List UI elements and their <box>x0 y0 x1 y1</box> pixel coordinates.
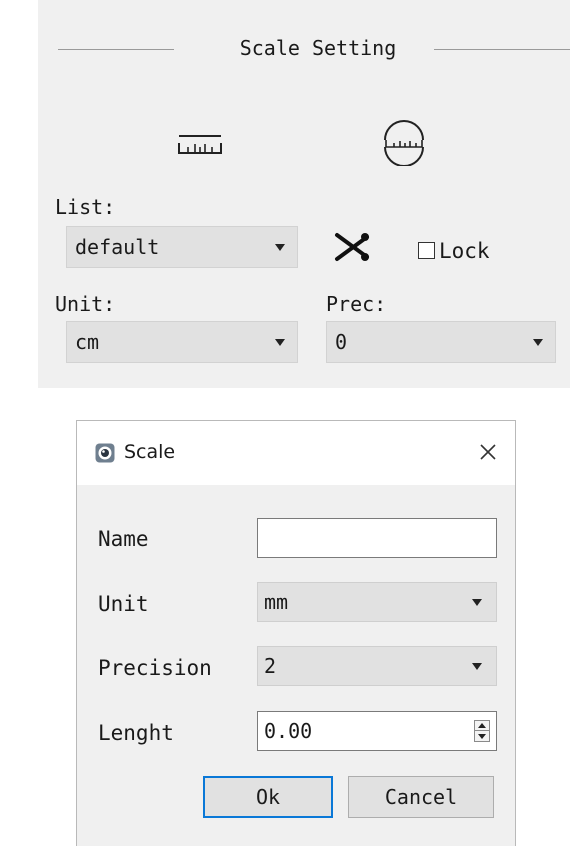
chevron-down-icon <box>472 663 482 670</box>
name-label: Name <box>98 527 149 551</box>
list-value: default <box>75 235 160 259</box>
ok-button[interactable]: Ok <box>203 776 333 818</box>
list-label: List: <box>55 195 116 219</box>
precision-dropdown[interactable]: 0 <box>326 321 556 363</box>
precision-value: 0 <box>335 330 348 354</box>
chevron-down-icon <box>275 339 285 346</box>
length-label: Lenght <box>98 721 174 745</box>
unit-select-value: mm <box>264 590 289 614</box>
spin-down-icon[interactable] <box>478 734 486 739</box>
group-border-right <box>434 49 570 50</box>
chevron-down-icon <box>472 599 482 606</box>
linear-ruler-icon[interactable] <box>174 120 226 172</box>
dialog-title: Scale <box>124 441 176 463</box>
length-value: 0.00 <box>264 719 313 743</box>
lock-checkbox[interactable] <box>418 242 435 259</box>
scissors-icon[interactable] <box>334 232 370 262</box>
precision-select[interactable]: 2 <box>257 646 497 686</box>
app-icon <box>95 443 115 463</box>
group-border-left <box>58 49 174 50</box>
close-icon[interactable] <box>473 437 503 467</box>
group-title: Scale Setting <box>239 36 397 60</box>
unit-dropdown[interactable]: cm <box>66 321 298 363</box>
arc-ruler-icon[interactable] <box>378 114 430 166</box>
scale-dialog: Scale Name Unit mm Precision 2 Lenght 0.… <box>76 420 516 846</box>
cancel-button[interactable]: Cancel <box>348 776 494 818</box>
precision-label: Prec: <box>326 292 387 316</box>
chevron-down-icon <box>275 244 285 251</box>
list-dropdown[interactable]: default <box>66 226 298 268</box>
chevron-down-icon <box>533 339 543 346</box>
length-spinbox[interactable]: 0.00 <box>257 711 497 751</box>
unit-value: cm <box>75 330 100 354</box>
lock-label: Lock <box>439 239 490 263</box>
scale-setting-panel: Scale Setting List: default Lock Unit: c… <box>38 0 570 388</box>
unit-label: Unit: <box>55 292 116 316</box>
spinner-arrows-icon[interactable] <box>474 720 490 742</box>
unit-select[interactable]: mm <box>257 582 497 622</box>
unit-label: Unit <box>98 592 149 616</box>
spin-up-icon[interactable] <box>478 723 486 728</box>
dialog-titlebar: Scale <box>77 421 515 485</box>
precision-select-value: 2 <box>264 654 277 678</box>
name-field[interactable] <box>257 518 497 558</box>
precision-label: Precision <box>98 656 212 680</box>
